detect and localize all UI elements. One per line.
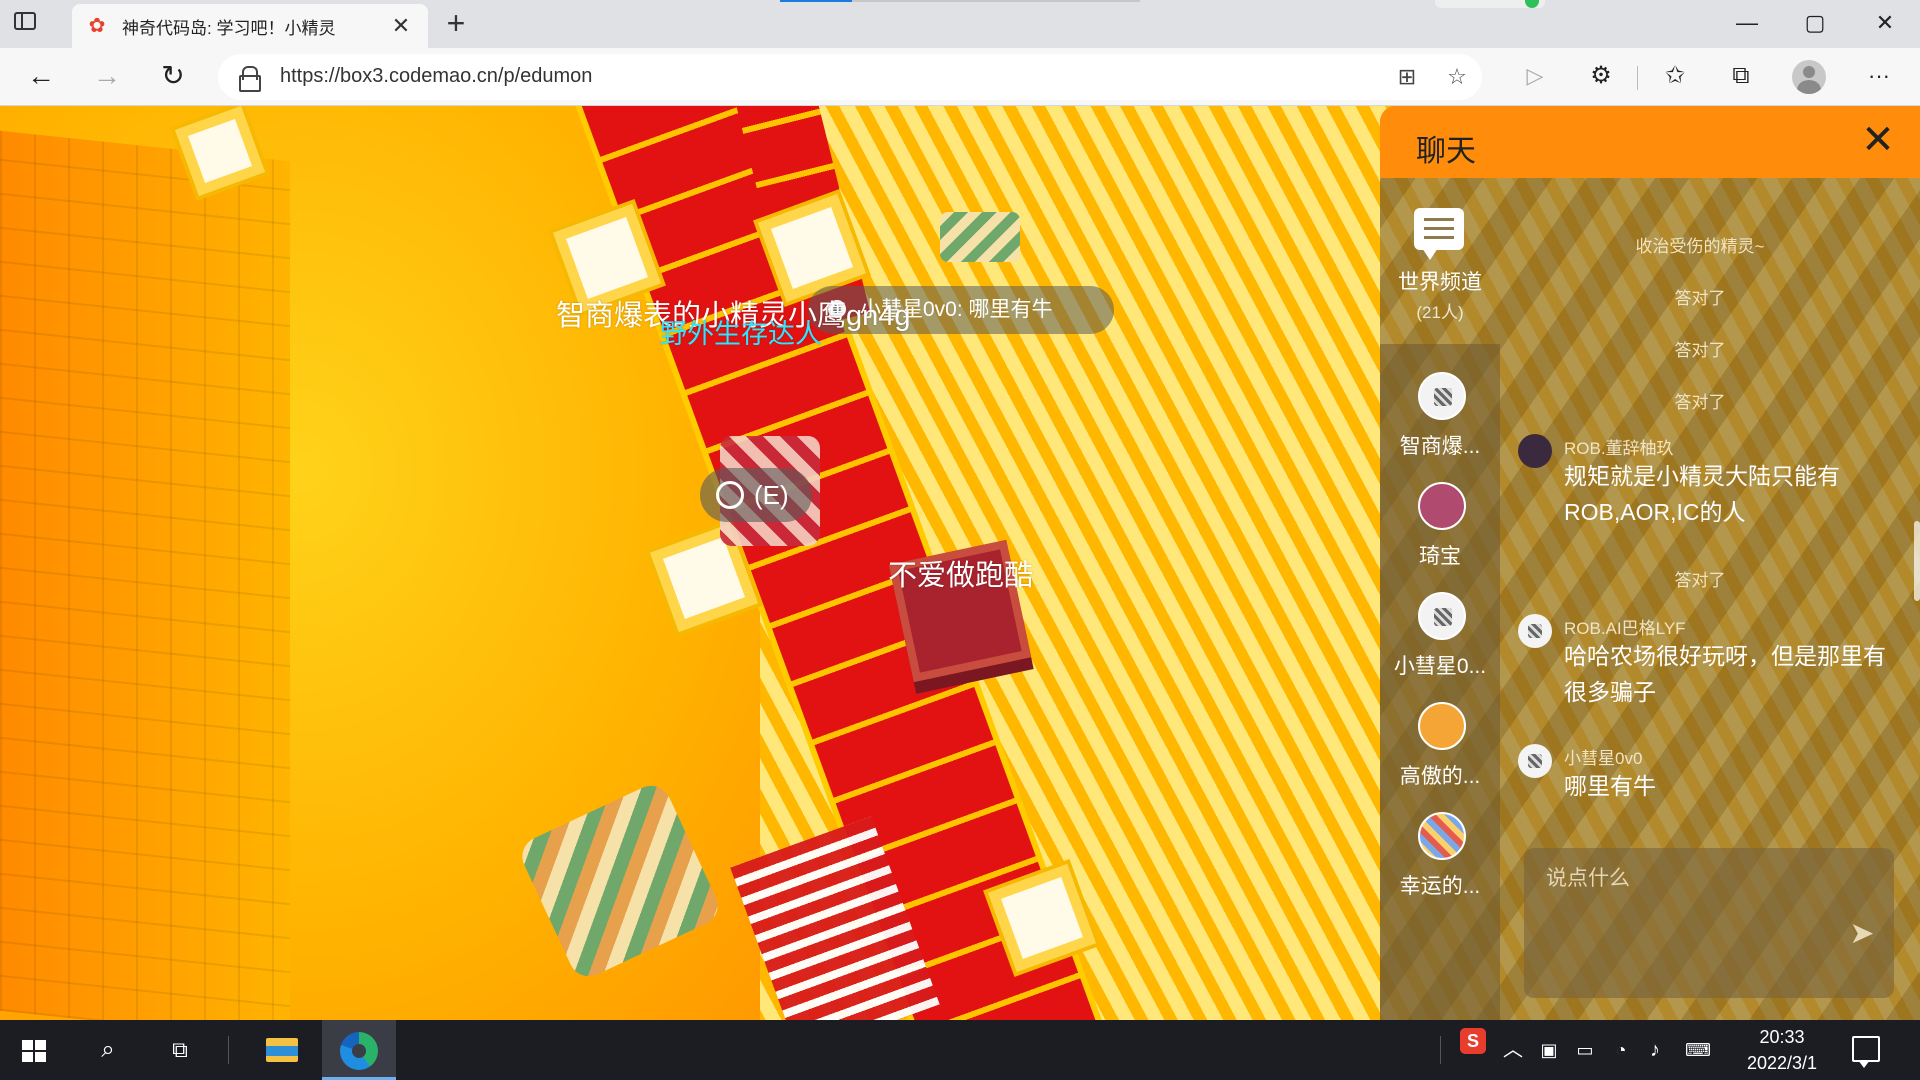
sogou-ime-icon[interactable]: S — [1460, 1028, 1486, 1054]
message-sender: ROB.AI巴格LYF — [1564, 619, 1686, 638]
new-tab-button[interactable]: + — [438, 6, 474, 42]
system-message: 答对了 — [1674, 571, 1726, 590]
search-icon[interactable]: ⌕ — [86, 1030, 130, 1070]
tab-actions-icon[interactable] — [14, 12, 38, 36]
browser-toolbar: ← → ↻ https://box3.codemao.cn/p/edumon ⊞… — [0, 48, 1920, 106]
read-aloud-icon[interactable]: ▷ — [1516, 58, 1554, 96]
user-item[interactable]: 小彗星0... — [1380, 582, 1500, 692]
address-bar[interactable]: https://box3.codemao.cn/p/edumon ⊞ ☆ — [218, 54, 1482, 100]
screen-capture-icon[interactable]: ▣ — [1534, 1036, 1564, 1064]
chat-input[interactable] — [1524, 848, 1894, 998]
dragon-creature-far — [940, 212, 1020, 262]
system-message: 答对了 — [1674, 341, 1726, 360]
chat-scrollbar[interactable] — [1914, 521, 1920, 601]
user-name: 智商爆... — [1399, 435, 1481, 458]
player-nametag-cyan: 野外生存达人 — [660, 319, 822, 349]
settings-more-button[interactable]: ··· — [1860, 58, 1898, 96]
avatar — [1418, 592, 1466, 640]
system-clock[interactable]: 20:33 2022/3/1 — [1724, 1024, 1840, 1076]
taskbar-divider — [228, 1036, 229, 1064]
user-name: 小彗星0... — [1393, 655, 1487, 678]
volume-icon[interactable]: ♪ — [1640, 1036, 1670, 1064]
clock-time: 20:33 — [1759, 1027, 1805, 1047]
avatar — [1418, 372, 1466, 420]
player-nametag: 不爱做跑酷 — [888, 560, 1034, 592]
interact-button[interactable]: (E) — [700, 468, 812, 522]
battery-icon[interactable]: ▭ — [1570, 1036, 1600, 1064]
notification-center-icon[interactable] — [1852, 1036, 1880, 1068]
avatar — [1418, 482, 1466, 530]
system-message: 答对了 — [1674, 393, 1726, 412]
toolbar-divider — [1637, 66, 1638, 90]
user-item[interactable]: 高傲的... — [1380, 692, 1500, 802]
windows-taskbar: ⌕ ⧉ S ︿ ▣ ▭ ◔ ♪ ⌨ 20:33 2022/3/1 — [0, 1020, 1920, 1080]
golden-wall — [0, 130, 290, 1020]
lock-icon[interactable] — [238, 66, 261, 92]
message-text: 规矩就是小精灵大陆只能有ROB,AOR,IC的人 — [1564, 463, 1840, 525]
maximize-button[interactable]: ▢ — [1792, 8, 1838, 38]
message-text: 哪里有牛 — [1564, 773, 1656, 799]
tab-title: 神奇代码岛: 学习吧！小精灵 — [122, 18, 336, 38]
url-text[interactable]: https://box3.codemao.cn/p/edumon — [280, 65, 592, 88]
chevron-up-icon[interactable]: ︿ — [1498, 1036, 1528, 1064]
close-window-button[interactable]: ✕ — [1862, 8, 1908, 38]
profile-avatar[interactable] — [1792, 60, 1826, 94]
avatar — [1518, 744, 1552, 778]
edge-browser-icon[interactable] — [340, 1032, 378, 1070]
chat-header: 聊天 ✕ — [1380, 106, 1920, 178]
system-message: 答对了 — [1674, 289, 1726, 308]
avatar — [1518, 434, 1552, 468]
avatar — [1518, 614, 1552, 648]
browser-tab-strip: ✿ 神奇代码岛: 学习吧！小精灵 ✕ + — ▢ ✕ — [0, 0, 1920, 48]
network-icon[interactable]: ◔ — [1606, 1036, 1636, 1064]
app-available-icon[interactable]: ⊞ — [1392, 62, 1422, 92]
keyboard-icon[interactable]: ⌨ — [1680, 1036, 1716, 1064]
tray-divider — [1440, 1036, 1441, 1064]
user-item[interactable]: 琦宝 — [1380, 472, 1500, 582]
windows-start-icon[interactable] — [22, 1040, 46, 1062]
avatar — [1418, 702, 1466, 750]
send-button[interactable]: ➤ — [1844, 916, 1880, 952]
tab-close-icon[interactable]: ✕ — [388, 13, 414, 39]
file-explorer-icon[interactable] — [266, 1038, 298, 1062]
user-item[interactable]: 智商爆... — [1380, 362, 1500, 472]
interact-ring-icon — [716, 481, 744, 509]
message-icon — [1414, 208, 1464, 260]
avatar — [1418, 812, 1466, 860]
chat-title: 聊天 — [1416, 135, 1476, 168]
chat-feed[interactable]: 收治受伤的精灵~ 答对了 答对了 答对了 ROB.董辞柚玖 规矩就是小精灵大陆只… — [1500, 178, 1920, 948]
back-button[interactable]: ← — [22, 58, 60, 96]
user-name: 幸运的... — [1399, 875, 1481, 898]
forward-button[interactable]: → — [88, 58, 126, 96]
minimize-button[interactable]: — — [1724, 8, 1770, 38]
favorites-icon[interactable]: ✩ — [1656, 58, 1694, 96]
system-message: 收治受伤的精灵~ — [1635, 237, 1765, 256]
message-sender: ROB.董辞柚玖 — [1564, 439, 1674, 458]
user-name: 高傲的... — [1399, 765, 1481, 788]
extensions-icon[interactable]: ⚙ — [1582, 58, 1620, 96]
collections-icon[interactable]: ⧉ — [1722, 58, 1760, 96]
chat-input-box[interactable]: ➤ — [1524, 848, 1894, 998]
user-item[interactable]: 幸运的... — [1380, 802, 1500, 912]
task-view-icon[interactable]: ⧉ — [158, 1030, 202, 1070]
codemao-flower-icon: ✿ — [88, 15, 106, 37]
refresh-button[interactable]: ↻ — [154, 58, 192, 96]
user-name: 琦宝 — [1419, 545, 1461, 568]
notification-thumbnail — [1435, 0, 1545, 8]
browser-tab-active[interactable]: ✿ 神奇代码岛: 学习吧！小精灵 ✕ — [72, 4, 428, 48]
online-count: (21人) — [1416, 303, 1464, 322]
chat-close-button[interactable]: ✕ — [1858, 120, 1898, 160]
clock-date: 2022/3/1 — [1746, 1053, 1818, 1073]
chat-panel: 聊天 ✕ 世界频道 (21人) 智商爆... 琦宝 小彗星0... 高傲的...… — [1380, 106, 1920, 1020]
message-text: 哈哈农场很好玩呀，但是那里有很多骗子 — [1564, 643, 1886, 705]
world-channel-tab[interactable]: 世界频道 (21人) — [1380, 178, 1500, 348]
loading-bar — [780, 0, 1140, 2]
interact-key-label: (E) — [754, 480, 789, 510]
user-list: 智商爆... 琦宝 小彗星0... 高傲的... 幸运的... — [1380, 344, 1500, 1020]
message-sender: 小彗星0v0 — [1564, 749, 1643, 768]
world-channel-label: 世界频道 — [1398, 271, 1482, 294]
add-favorite-icon[interactable]: ☆ — [1442, 62, 1472, 92]
